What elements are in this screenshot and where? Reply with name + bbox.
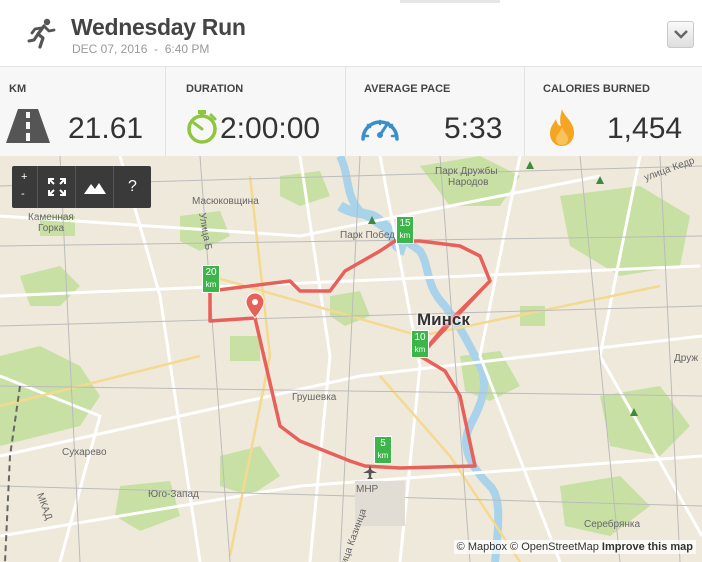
place-label: Грушевка <box>292 392 337 403</box>
km-marker-value: 15 <box>399 218 411 229</box>
km-marker-value: 10 <box>414 332 426 343</box>
start-pin-icon <box>245 292 265 319</box>
mountain-icon <box>84 183 106 194</box>
km-marker-unit: km <box>377 451 389 460</box>
route-map[interactable]: + - ? Парк Дружбы Народов Парк Побед Мас… <box>0 156 702 562</box>
help-button[interactable]: ? <box>114 166 151 208</box>
stat-value: 5:33 <box>444 112 503 145</box>
workout-time: 6:40 PM <box>164 42 210 56</box>
place-label: Народов <box>448 177 489 188</box>
workout-header: Wednesday Run DEC 07, 2016 - 6:40 PM <box>0 0 702 66</box>
km-marker-value: 20 <box>205 267 217 278</box>
stat-label: DURATION <box>186 83 244 95</box>
stat-duration: DURATION 2:00:00 <box>165 67 345 157</box>
km-marker-unit: km <box>205 280 217 289</box>
map-controls: + - ? <box>12 166 151 208</box>
options-dropdown-button[interactable] <box>667 21 694 48</box>
stat-distance: KM 21.61 <box>0 67 164 157</box>
header-top-accent <box>400 0 500 3</box>
km-marker-unit: km <box>414 345 426 354</box>
stopwatch-icon <box>185 109 219 150</box>
runner-icon <box>27 18 57 50</box>
improve-map-link[interactable]: Improve this map <box>602 541 693 553</box>
map-attribution: © Mapbox © OpenStreetMap Improve this ma… <box>453 540 696 554</box>
km-marker: 15 km <box>396 216 414 244</box>
stat-label: KM <box>9 83 27 95</box>
workout-datetime: DEC 07, 2016 - 6:40 PM <box>72 42 210 56</box>
zoom-controls: + - <box>12 166 38 208</box>
zoom-in-button[interactable]: + <box>21 171 27 183</box>
km-marker: 5 km <box>374 436 392 464</box>
stat-label: CALORIES BURNED <box>543 83 650 95</box>
place-label: Парк Побед <box>340 230 396 241</box>
km-marker: 20 km <box>202 265 220 293</box>
osm-attribution-link[interactable]: © OpenStreetMap <box>510 541 599 553</box>
expand-icon <box>48 178 66 196</box>
place-label: Юго-Запад <box>148 489 199 500</box>
mapbox-attribution-link[interactable]: © Mapbox <box>457 541 507 553</box>
stat-value: 2:00:00 <box>220 112 321 145</box>
stat-pace: AVERAGE PACE 5:33 <box>345 67 524 157</box>
place-label: Масюковщина <box>192 196 259 207</box>
road-icon <box>6 109 50 148</box>
stat-value: 21.61 <box>68 112 144 145</box>
km-marker: 10 km <box>411 330 429 358</box>
zoom-out-button[interactable]: - <box>21 188 25 200</box>
workout-title: Wednesday Run <box>71 14 246 40</box>
map-base-layer <box>0 156 702 562</box>
city-label: Минск <box>417 310 470 329</box>
stats-bar: KM 21.61 DURATION 2:00:00 AVERAGE PACE 5… <box>0 66 702 157</box>
airport-label: МНР <box>356 484 379 495</box>
terrain-button[interactable] <box>76 166 114 208</box>
chevron-down-icon <box>674 30 688 39</box>
place-label: Каменная <box>28 212 74 223</box>
stat-calories: CALORIES BURNED 1,454 <box>524 67 702 157</box>
place-label: Парк Дружбы <box>435 166 498 177</box>
flame-icon <box>546 107 578 152</box>
workout-date: DEC 07, 2016 <box>72 42 148 56</box>
place-label: Серебрянка <box>584 519 641 530</box>
fullscreen-button[interactable] <box>38 166 76 208</box>
km-marker-unit: km <box>399 231 411 240</box>
stat-label: AVERAGE PACE <box>364 83 451 95</box>
speedometer-icon <box>359 109 401 148</box>
km-marker-value: 5 <box>380 438 386 449</box>
place-label: Горка <box>38 223 65 234</box>
place-label: Сухарево <box>62 447 107 458</box>
stat-value: 1,454 <box>607 112 683 145</box>
street-label: Друж <box>674 353 699 364</box>
